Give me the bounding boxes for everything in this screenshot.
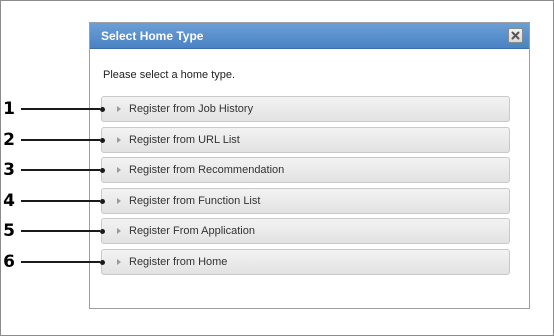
option-register-from-url-list[interactable]: Register from URL List [101, 127, 510, 153]
option-label: Register from Function List [129, 195, 261, 207]
callout-dot [100, 168, 105, 173]
instruction-text: Please select a home type. [103, 69, 236, 81]
callout-dot [100, 199, 105, 204]
callout-line [21, 108, 100, 110]
callout-dot [100, 138, 105, 143]
callout-number-3: 3 [3, 160, 15, 180]
option-label: Register from Home [129, 256, 228, 268]
option-register-from-home[interactable]: Register from Home [101, 249, 510, 275]
callout-line [21, 200, 100, 202]
triangle-right-icon [117, 198, 121, 204]
option-register-from-application[interactable]: Register From Application [101, 218, 510, 244]
option-label: Register From Application [129, 225, 255, 237]
dialog-title: Select Home Type [101, 29, 204, 43]
close-button[interactable] [508, 28, 523, 43]
option-register-from-recommendation[interactable]: Register from Recommendation [101, 157, 510, 183]
option-register-from-job-history[interactable]: Register from Job History [101, 96, 510, 122]
callout-line [21, 169, 100, 171]
option-label: Register from Job History [129, 103, 254, 115]
callout-number-5: 5 [3, 221, 15, 241]
callout-dot [100, 107, 105, 112]
callout-dot [100, 229, 105, 234]
callout-line [21, 139, 100, 141]
callout-number-6: 6 [3, 252, 15, 272]
dialog-title-bar: Select Home Type [90, 23, 529, 49]
callout-line [21, 261, 100, 263]
triangle-right-icon [117, 137, 121, 143]
callout-line [21, 230, 100, 232]
select-home-type-dialog: Select Home Type Please select a home ty… [89, 22, 530, 309]
triangle-right-icon [117, 259, 121, 265]
option-label: Register from Recommendation [129, 164, 285, 176]
triangle-right-icon [117, 228, 121, 234]
callout-number-1: 1 [3, 99, 15, 119]
option-label: Register from URL List [129, 134, 240, 146]
callout-number-2: 2 [3, 130, 15, 150]
triangle-right-icon [117, 167, 121, 173]
close-icon [511, 31, 520, 40]
callout-number-4: 4 [3, 191, 15, 211]
triangle-right-icon [117, 106, 121, 112]
callout-dot [100, 260, 105, 265]
option-register-from-function-list[interactable]: Register from Function List [101, 188, 510, 214]
